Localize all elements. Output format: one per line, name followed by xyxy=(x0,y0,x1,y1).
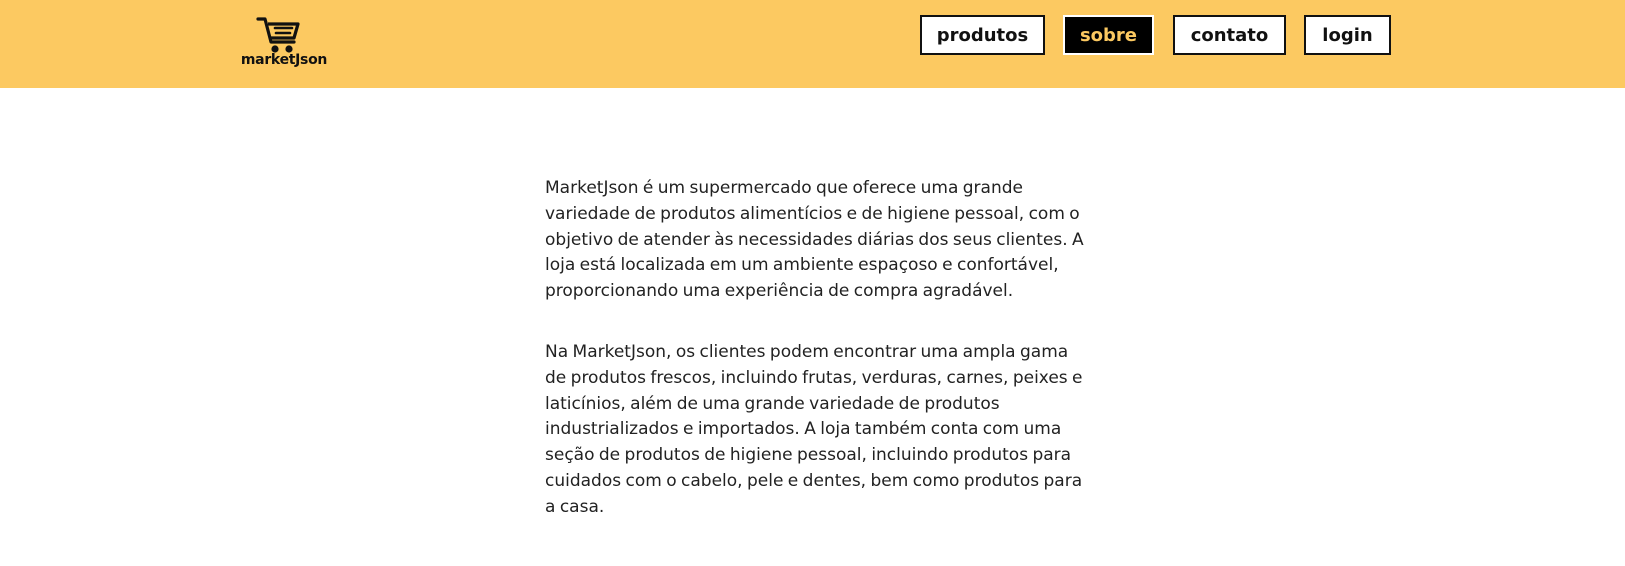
brand-logo[interactable]: marketJson xyxy=(236,14,332,70)
brand-name: marketJson xyxy=(240,52,328,68)
site-header: marketJson produtos sobre contato login xyxy=(0,0,1625,88)
about-section: MarketJson é um supermercado que oferece… xyxy=(545,176,1090,556)
about-paragraph: MarketJson é um supermercado que oferece… xyxy=(545,178,1084,302)
nav-produtos-button[interactable]: produtos xyxy=(920,15,1045,55)
nav-login-button[interactable]: login xyxy=(1304,15,1391,55)
shopping-cart-icon xyxy=(256,17,300,53)
about-paragraph: Na MarketJson, os clientes podem encontr… xyxy=(545,341,1083,517)
nav-sobre-button[interactable]: sobre xyxy=(1063,15,1154,55)
nav-contato-button[interactable]: contato xyxy=(1173,15,1286,55)
